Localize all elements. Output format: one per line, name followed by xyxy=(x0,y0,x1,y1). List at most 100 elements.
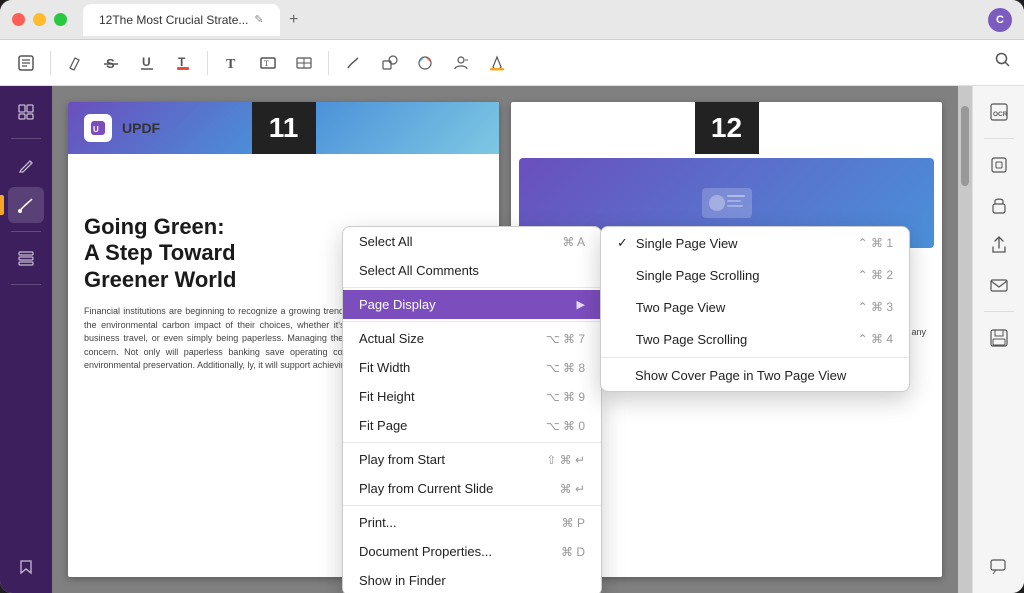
sidebar-sep-2 xyxy=(11,231,41,232)
submenu-single-page-view[interactable]: ✓ Single Page View ⌃ ⌘ 1 xyxy=(601,227,909,259)
submenu-arrow-icon: ▶ xyxy=(577,298,585,311)
menu-shortcut-fit-width: ⌥ ⌘ 8 xyxy=(546,361,585,375)
user-icon[interactable] xyxy=(447,49,475,77)
tab-area: 12The Most Crucial Strate... ✎ + xyxy=(83,4,304,36)
check-mark-single-view: ✓ xyxy=(617,235,628,251)
edit-tab-icon[interactable]: ✎ xyxy=(254,13,263,26)
menu-shortcut-doc-props: ⌘ D xyxy=(561,545,585,559)
menu-sep-1 xyxy=(343,287,601,288)
toolbar: S U T T T xyxy=(0,40,1024,86)
menu-item-show-in-finder[interactable]: Show in Finder xyxy=(343,566,601,593)
updf-logo-text: UPDF xyxy=(122,120,160,136)
sidebar-icon-organize[interactable] xyxy=(8,240,44,276)
tab-label: 12The Most Crucial Strate... xyxy=(99,13,248,27)
menu-shortcut-select-all: ⌘ A xyxy=(562,235,585,249)
page-number-11: 11 xyxy=(252,102,316,154)
menu-sep-4 xyxy=(343,505,601,506)
menu-shortcut-play-current: ⌘ ↵ xyxy=(560,482,585,496)
svg-text:T: T xyxy=(178,55,186,69)
add-tab-button[interactable]: + xyxy=(284,10,304,30)
menu-item-play-start[interactable]: Play from Start ⇧ ⌘ ↵ xyxy=(343,445,601,474)
svg-text:U: U xyxy=(93,125,99,134)
table-icon[interactable] xyxy=(290,49,318,77)
right-sidebar-sep-2 xyxy=(984,311,1014,312)
document-tab[interactable]: 12The Most Crucial Strate... ✎ xyxy=(83,4,280,36)
menu-item-fit-height[interactable]: Fit Height ⌥ ⌘ 9 xyxy=(343,382,601,411)
search-icon[interactable] xyxy=(994,51,1012,74)
titlebar: 12The Most Crucial Strate... ✎ + C xyxy=(0,0,1024,40)
menu-item-actual-size[interactable]: Actual Size ⌥ ⌘ 7 xyxy=(343,324,601,353)
pen-icon[interactable] xyxy=(339,49,367,77)
sidebar-icon-pages[interactable] xyxy=(8,94,44,130)
menu-item-play-current[interactable]: Play from Current Slide ⌘ ↵ xyxy=(343,474,601,503)
shapes-icon[interactable] xyxy=(375,49,403,77)
scan-icon[interactable] xyxy=(981,147,1017,183)
menu-shortcut-play-start: ⇧ ⌘ ↵ xyxy=(546,453,585,467)
left-sidebar xyxy=(0,86,52,593)
sidebar-icon-edit[interactable] xyxy=(8,147,44,183)
right-sidebar-sep-1 xyxy=(984,138,1014,139)
menu-shortcut-fit-page: ⌥ ⌘ 0 xyxy=(546,419,585,433)
menu-item-page-display[interactable]: Page Display ▶ xyxy=(343,290,601,319)
svg-text:T: T xyxy=(226,57,236,72)
toolbar-separator-1 xyxy=(50,51,51,75)
maximize-button[interactable] xyxy=(54,13,67,26)
avatar[interactable]: C xyxy=(988,8,1012,32)
context-menu: Select All ⌘ A Select All Comments Page … xyxy=(342,226,602,593)
menu-item-doc-properties[interactable]: Document Properties... ⌘ D xyxy=(343,537,601,566)
submenu-two-page-scrolling[interactable]: ✓ Two Page Scrolling ⌃ ⌘ 4 xyxy=(601,323,909,355)
ocr-icon[interactable]: OCR xyxy=(981,94,1017,130)
fill-color-icon[interactable] xyxy=(483,49,511,77)
svg-text:T: T xyxy=(264,59,269,68)
svg-text:U: U xyxy=(142,55,151,69)
scrollbar[interactable] xyxy=(958,86,972,593)
submenu-two-page-view[interactable]: ✓ Two Page View ⌃ ⌘ 3 xyxy=(601,291,909,323)
note-icon[interactable] xyxy=(12,49,40,77)
menu-sep-2 xyxy=(343,321,601,322)
strikethrough-icon[interactable]: S xyxy=(97,49,125,77)
email-icon[interactable] xyxy=(981,267,1017,303)
toolbar-separator-3 xyxy=(328,51,329,75)
submenu-shortcut-two-scroll: ⌃ ⌘ 4 xyxy=(858,332,893,346)
menu-item-fit-page[interactable]: Fit Page ⌥ ⌘ 0 xyxy=(343,411,601,440)
menu-item-select-all[interactable]: Select All ⌘ A xyxy=(343,227,601,256)
menu-item-select-all-comments[interactable]: Select All Comments xyxy=(343,256,601,285)
comment-icon[interactable] xyxy=(981,549,1017,585)
submenu-shortcut-two-view: ⌃ ⌘ 3 xyxy=(858,300,893,314)
lock-icon[interactable] xyxy=(981,187,1017,223)
submenu-shortcut-single-scroll: ⌃ ⌘ 2 xyxy=(858,268,893,282)
sidebar-sep-1 xyxy=(11,138,41,139)
menu-shortcut-fit-height: ⌥ ⌘ 9 xyxy=(546,390,585,404)
right-sidebar: OCR xyxy=(972,86,1024,593)
page-area: U UPDF 11 Going Green:A Step TowardGreen… xyxy=(52,86,958,593)
text-color-icon[interactable]: T xyxy=(169,49,197,77)
submenu-show-cover-page[interactable]: Show Cover Page in Two Page View xyxy=(601,360,909,391)
minimize-button[interactable] xyxy=(33,13,46,26)
text-icon[interactable]: T xyxy=(218,49,246,77)
active-indicator xyxy=(0,195,4,215)
submenu-single-page-scrolling[interactable]: ✓ Single Page Scrolling ⌃ ⌘ 2 xyxy=(601,259,909,291)
highlight-pen-icon[interactable] xyxy=(61,49,89,77)
sidebar-sep-3 xyxy=(11,284,41,285)
toolbar-separator-2 xyxy=(207,51,208,75)
sidebar-icon-bookmark[interactable] xyxy=(8,549,44,585)
text-box-icon[interactable]: T xyxy=(254,49,282,77)
scrollbar-thumb[interactable] xyxy=(961,106,969,186)
menu-sep-3 xyxy=(343,442,601,443)
underline-icon[interactable]: U xyxy=(133,49,161,77)
menu-item-fit-width[interactable]: Fit Width ⌥ ⌘ 8 xyxy=(343,353,601,382)
menu-item-print[interactable]: Print... ⌘ P xyxy=(343,508,601,537)
app-window: 12The Most Crucial Strate... ✎ + C xyxy=(0,0,1024,593)
submenu-sep-1 xyxy=(601,357,909,358)
close-button[interactable] xyxy=(12,13,25,26)
updf-logo-icon: U xyxy=(84,114,112,142)
menu-shortcut-print: ⌘ P xyxy=(562,516,585,530)
share-icon[interactable] xyxy=(981,227,1017,263)
svg-text:OCR: OCR xyxy=(993,111,1008,118)
page-display-submenu: ✓ Single Page View ⌃ ⌘ 1 ✓ Single Page S… xyxy=(600,226,910,392)
traffic-lights xyxy=(12,13,67,26)
color-picker-icon[interactable] xyxy=(411,49,439,77)
sidebar-icon-annotate[interactable] xyxy=(8,187,44,223)
save-icon[interactable] xyxy=(981,320,1017,356)
submenu-shortcut-single-view: ⌃ ⌘ 1 xyxy=(858,236,893,250)
